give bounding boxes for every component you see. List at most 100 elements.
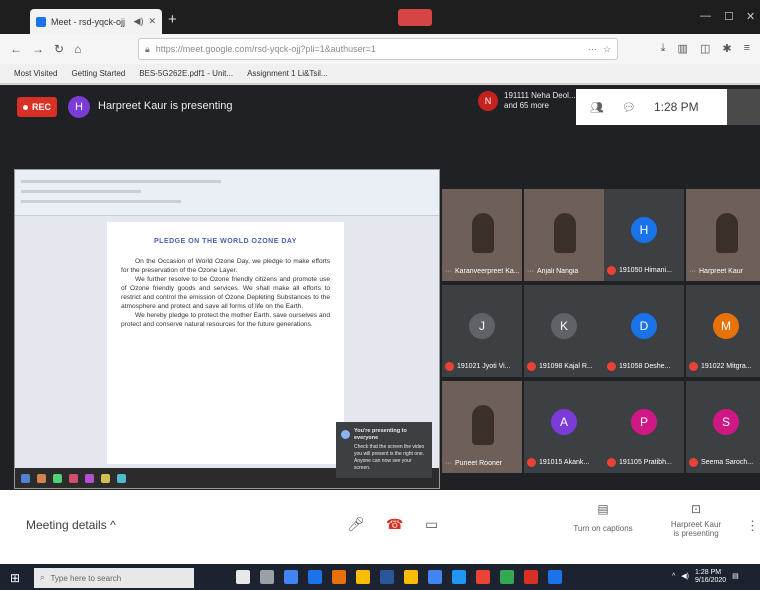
more-options-icon[interactable]: ⋮	[746, 518, 759, 534]
taskbar-search[interactable]: ⌕ Type here to search	[34, 568, 194, 588]
info-icon	[341, 430, 350, 439]
search-icon: ⌕	[40, 573, 45, 582]
taskbar-app-icon[interactable]	[284, 570, 298, 584]
participant-label: 191058 Deshe...	[604, 362, 684, 371]
participant-tile[interactable]: ··· Karanveerpreet Ka...	[442, 189, 522, 281]
participant-name: Harpreet Kaur	[699, 268, 743, 275]
menu-icon[interactable]: ≡	[744, 42, 750, 55]
taskbar-app-icon[interactable]	[404, 570, 418, 584]
participant-name: Seema Saroch...	[701, 459, 754, 466]
notifications-icon[interactable]: ▤	[732, 573, 739, 581]
participant-tile[interactable]: ··· Puneet Rooner	[442, 381, 522, 473]
download-icon[interactable]: ⤓	[661, 42, 666, 55]
app-icon	[101, 473, 110, 483]
close-window-icon[interactable]: ✕	[746, 10, 755, 23]
participant-tile[interactable]: ··· Harpreet Kaur	[686, 189, 760, 281]
hang-up-icon[interactable]: ☎	[386, 516, 403, 533]
meeting-details-button[interactable]: Meeting details ^	[26, 518, 116, 532]
participant-tile[interactable]: H 191050 Himani...	[604, 189, 684, 281]
people-icon[interactable]: 👥︎	[590, 101, 604, 114]
participant-tile[interactable]: P 191105 Pratibh...	[604, 381, 684, 473]
participant-name: Puneet Rooner	[455, 460, 503, 467]
app-icon	[85, 473, 94, 483]
participant-label: Seema Saroch...	[686, 458, 760, 467]
participant-avatar: A	[551, 409, 577, 435]
taskbar-app-icon[interactable]	[356, 570, 370, 584]
taskbar-app-icon[interactable]	[260, 570, 274, 584]
captions-button[interactable]: ▤ Turn on captions	[573, 502, 633, 533]
sidebar-icon[interactable]: ◫	[700, 42, 710, 55]
app-icon	[21, 473, 30, 483]
app-icon	[53, 473, 62, 483]
ribbon-tabs	[21, 180, 221, 183]
camera-icon[interactable]: ▭	[425, 516, 438, 533]
taskbar-app-icon[interactable]	[332, 570, 346, 584]
chat-icon[interactable]: 💬︎	[622, 101, 636, 114]
taskbar-app-icon[interactable]	[500, 570, 514, 584]
presenting-button[interactable]: ⊡ Harpreet Kaur is presenting	[660, 502, 732, 538]
close-tab-icon[interactable]: ✕	[148, 16, 156, 27]
self-view-thumbnail[interactable]	[727, 89, 760, 125]
taskbar-app-icon[interactable]	[452, 570, 466, 584]
presenter-avatar: H	[68, 96, 90, 118]
taskbar-app-icon[interactable]	[236, 570, 250, 584]
participant-tile[interactable]: M 191022 Mitgra...	[686, 285, 760, 377]
participant-tile[interactable]: A 191015 Akank...	[524, 381, 604, 473]
maximize-icon[interactable]: ☐	[724, 10, 734, 23]
new-tab-button[interactable]: +	[168, 11, 177, 28]
taskbar-app-icon[interactable]	[548, 570, 562, 584]
participant-label: ··· Harpreet Kaur	[686, 268, 760, 275]
address-bar[interactable]: 🔒︎ https://meet.google.com/rsd-yqck-ojj?…	[138, 38, 618, 60]
taskbar-app-icon[interactable]	[476, 570, 490, 584]
ribbon-tools	[21, 190, 141, 193]
participant-more: and 65 more	[504, 101, 549, 110]
captions-icon: ▤	[597, 502, 609, 516]
bookmark-pdf[interactable]: BES-5G262E.pdf1 - Unit...	[139, 69, 233, 78]
pledge-title: PLEDGE ON THE WORLD OZONE DAY	[154, 238, 297, 245]
participant-name: Karanveerpreet Ka...	[455, 268, 520, 275]
minimize-icon[interactable]: —	[700, 10, 711, 22]
windows-start-icon[interactable]: ⊞	[10, 571, 24, 585]
participant-avatar: M	[713, 313, 739, 339]
url-text[interactable]: https://meet.google.com/rsd-yqck-ojj?pli…	[156, 44, 582, 54]
participant-tile[interactable]: S Seema Saroch...	[686, 381, 760, 473]
more-dots-icon: ···	[445, 460, 452, 467]
muted-mic-icon	[689, 458, 698, 467]
taskbar-app-icon[interactable]	[428, 570, 442, 584]
tray-up-icon[interactable]: ^	[672, 573, 675, 581]
participant-avatar: P	[631, 409, 657, 435]
back-icon[interactable]: ←	[10, 42, 22, 56]
speaker-icon[interactable]: ◀)	[134, 16, 144, 27]
taskbar-app-icon[interactable]	[308, 570, 322, 584]
participant-tile[interactable]: K 191098 Kajal R...	[524, 285, 604, 377]
recording-badge: REC	[17, 97, 57, 117]
browser-tab[interactable]: Meet - rsd-yqck-ojj ◀) ✕	[30, 9, 162, 34]
page-actions-icon[interactable]: ···	[588, 44, 597, 54]
participants-summary[interactable]: N 191111 Neha Deol... and 65 more	[478, 91, 576, 111]
volume-icon[interactable]: ◀)	[681, 573, 689, 581]
participant-label: ··· Puneet Rooner	[442, 460, 522, 467]
lock-icon: 🔒︎	[145, 43, 150, 54]
taskbar-app-icon[interactable]	[380, 570, 394, 584]
participant-tile[interactable]: ··· Anjali Nangia	[524, 189, 604, 281]
participant-tile[interactable]: D 191058 Deshe...	[604, 285, 684, 377]
extension-icon[interactable]: ✱	[722, 42, 731, 55]
browser-tab-strip: Meet - rsd-yqck-ojj ◀) ✕ + — ☐ ✕	[0, 0, 760, 34]
bookmark-star-icon[interactable]: ☆	[603, 44, 611, 55]
bookmark-assignment[interactable]: Assignment 1 Li&Tsil...	[247, 69, 327, 78]
taskbar-app-icon[interactable]	[524, 570, 538, 584]
bookmarks-bar: Most Visited Getting Started BES-5G262E.…	[0, 64, 760, 84]
bookmark-getting-started[interactable]: Getting Started	[71, 69, 125, 78]
participant-tile[interactable]: J 191021 Jyoti Vi...	[442, 285, 522, 377]
more-dots-icon: ···	[689, 268, 696, 275]
library-icon[interactable]: ▥	[678, 42, 688, 55]
rec-label: REC	[31, 102, 51, 112]
reload-icon[interactable]: ↻	[54, 42, 64, 56]
bookmark-most-visited[interactable]: Most Visited	[14, 69, 57, 78]
tab-title: Meet - rsd-yqck-ojj	[51, 16, 126, 27]
microphone-icon[interactable]: 🎤︎	[347, 516, 365, 533]
home-icon[interactable]: ⌂	[74, 42, 81, 56]
forward-icon[interactable]: →	[32, 42, 44, 56]
record-dot-icon	[22, 104, 28, 110]
system-tray: ^ ◀) 1:28 PM 9/16/2020 ▤	[672, 569, 739, 585]
